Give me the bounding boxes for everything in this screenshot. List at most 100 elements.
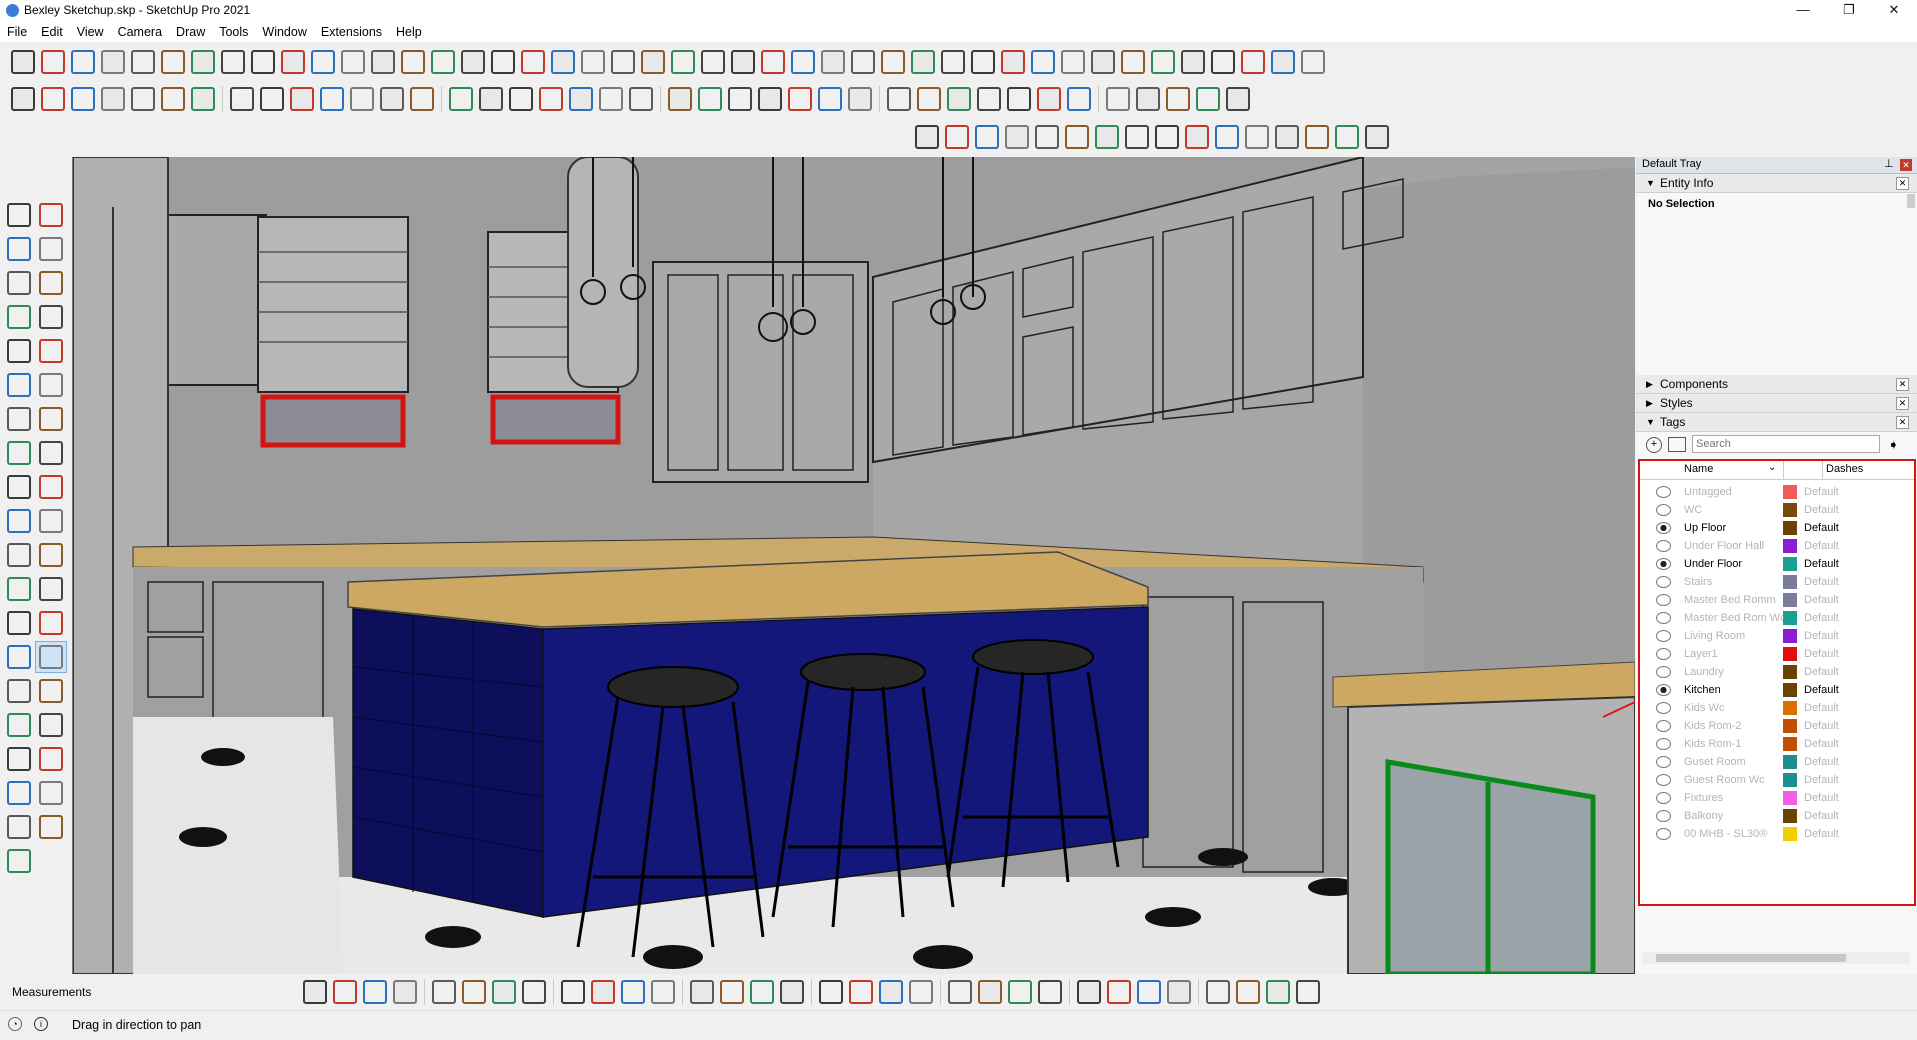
tag-dashes[interactable]: Default xyxy=(1804,627,1839,645)
eye-icon[interactable] xyxy=(1656,684,1671,696)
tool-button[interactable] xyxy=(717,977,747,1007)
tag-row[interactable]: Up Floor Default xyxy=(1644,519,1909,537)
walk-button[interactable] xyxy=(1122,122,1152,152)
minimize-button[interactable]: — xyxy=(1780,0,1826,22)
tool-button[interactable] xyxy=(1203,977,1233,1007)
tool-button[interactable] xyxy=(1134,977,1164,1007)
tool-button[interactable] xyxy=(785,84,815,114)
eye-icon[interactable] xyxy=(1656,504,1671,516)
freehand-tool[interactable] xyxy=(36,268,66,298)
tag-dashes[interactable]: Default xyxy=(1804,753,1839,771)
tool-button[interactable] xyxy=(876,977,906,1007)
rotated-rectangle-tool[interactable] xyxy=(36,302,66,332)
move-tool[interactable] xyxy=(4,438,34,468)
tool-button[interactable] xyxy=(360,977,390,1007)
tool-button[interactable] xyxy=(38,47,68,77)
tool-button[interactable] xyxy=(548,47,578,77)
tag-name[interactable]: Fixtures xyxy=(1684,789,1723,807)
select-tool[interactable] xyxy=(4,200,34,230)
tag-row[interactable]: Untagged Default xyxy=(1644,483,1909,501)
tag-name[interactable]: Guest Room Wc xyxy=(1684,771,1765,789)
tool-button[interactable] xyxy=(257,84,287,114)
zoom-window-button[interactable] xyxy=(1002,122,1032,152)
tool-button[interactable] xyxy=(818,47,848,77)
tool-button[interactable] xyxy=(458,47,488,77)
tool-button[interactable] xyxy=(755,84,785,114)
scroll-thumb[interactable] xyxy=(1907,194,1915,208)
tool-button[interactable] xyxy=(188,47,218,77)
eraser-tool[interactable] xyxy=(36,234,66,264)
tag-color-swatch[interactable] xyxy=(1783,521,1797,535)
tool-button[interactable] xyxy=(429,977,459,1007)
tag-color-swatch[interactable] xyxy=(1783,791,1797,805)
polygon-tool[interactable] xyxy=(36,336,66,366)
eye-icon[interactable] xyxy=(1656,666,1671,678)
tag-name[interactable]: 00 MHB - SL30® xyxy=(1684,825,1767,843)
tool-button[interactable] xyxy=(747,977,777,1007)
tag-row[interactable]: Guset Room Default xyxy=(1644,753,1909,771)
previous-view-button[interactable] xyxy=(1062,122,1092,152)
tool-button[interactable] xyxy=(519,977,549,1007)
zoom-tool[interactable] xyxy=(4,676,34,706)
tool-button[interactable] xyxy=(188,84,218,114)
eye-icon[interactable] xyxy=(1656,540,1671,552)
tool-button[interactable] xyxy=(566,84,596,114)
position-camera-button[interactable] xyxy=(1092,122,1122,152)
position-camera-tool[interactable] xyxy=(4,744,34,774)
zoom-extents-tool[interactable] xyxy=(4,710,34,740)
tool-button[interactable] xyxy=(914,84,944,114)
tool-button[interactable] xyxy=(1178,47,1208,77)
tool-button[interactable] xyxy=(908,47,938,77)
menu-view[interactable]: View xyxy=(70,22,111,42)
rotate-tool[interactable] xyxy=(4,472,34,502)
paint-bucket-tool[interactable] xyxy=(4,234,34,264)
look-around-tool[interactable] xyxy=(36,744,66,774)
add-tag-icon[interactable]: + xyxy=(1646,437,1662,453)
tool-button[interactable] xyxy=(1088,47,1118,77)
tool-button[interactable] xyxy=(816,977,846,1007)
push-pull-tool[interactable] xyxy=(36,438,66,468)
tool-button[interactable] xyxy=(728,47,758,77)
tags-search-input[interactable] xyxy=(1692,435,1880,453)
pan-button[interactable] xyxy=(942,122,972,152)
tool-button[interactable] xyxy=(1263,977,1293,1007)
tag-color-swatch[interactable] xyxy=(1783,647,1797,661)
tool-button[interactable] xyxy=(398,47,428,77)
tag-name[interactable]: Laundry xyxy=(1684,663,1724,681)
tool-button[interactable] xyxy=(725,84,755,114)
tag-dashes[interactable]: Default xyxy=(1804,555,1839,573)
tool-button[interactable] xyxy=(1064,84,1094,114)
tag-name[interactable]: Under Floor Hall xyxy=(1684,537,1764,555)
close-window-button[interactable]: ✕ xyxy=(1871,0,1917,22)
tool-button[interactable] xyxy=(998,47,1028,77)
tool-button[interactable] xyxy=(1223,84,1253,114)
sort-chevron-icon[interactable]: ⌄ xyxy=(1768,462,1776,473)
tag-dashes[interactable]: Default xyxy=(1804,789,1839,807)
tag-name[interactable]: Master Bed Rom Wc xyxy=(1684,609,1785,627)
tag-dashes[interactable]: Default xyxy=(1804,771,1839,789)
tag-color-swatch[interactable] xyxy=(1783,611,1797,625)
tool-button[interactable] xyxy=(248,47,278,77)
tool-button[interactable] xyxy=(668,47,698,77)
eye-icon[interactable] xyxy=(1656,774,1671,786)
section-plane-tool[interactable] xyxy=(36,778,66,808)
tag-color-swatch[interactable] xyxy=(1783,755,1797,769)
col-name-header[interactable]: Name xyxy=(1684,463,1713,475)
tool-button[interactable] xyxy=(8,84,38,114)
tool-button[interactable] xyxy=(1302,122,1332,152)
tag-color-swatch[interactable] xyxy=(1783,665,1797,679)
tag-name[interactable]: Kids Rom-2 xyxy=(1684,717,1741,735)
tag-name[interactable]: Balkony xyxy=(1684,807,1723,825)
tool-button[interactable] xyxy=(518,47,548,77)
tool-button[interactable] xyxy=(884,84,914,114)
eye-icon[interactable] xyxy=(1656,522,1671,534)
axes-tool[interactable] xyxy=(4,608,34,638)
tag-row[interactable]: 00 MHB - SL30® Default xyxy=(1644,825,1909,843)
sandbox-tool-3[interactable] xyxy=(4,846,34,876)
tag-name[interactable]: Kids Rom-1 xyxy=(1684,735,1741,753)
follow-me-tool[interactable] xyxy=(36,472,66,502)
tool-button[interactable] xyxy=(459,977,489,1007)
tool-button[interactable] xyxy=(218,47,248,77)
tag-name[interactable]: Kitchen xyxy=(1684,681,1721,699)
menu-window[interactable]: Window xyxy=(255,22,313,42)
